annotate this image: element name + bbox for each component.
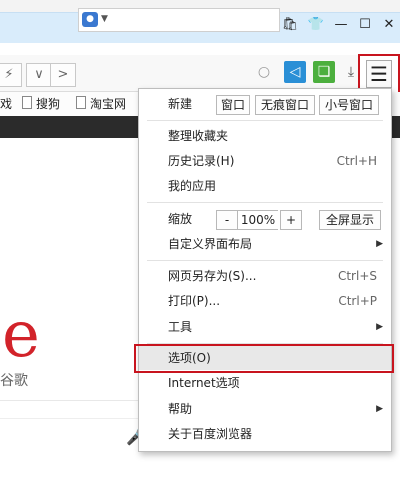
- shortcut-label: Ctrl+H: [336, 154, 377, 168]
- menu-item-internet-options[interactable]: Internet选项: [139, 371, 391, 395]
- address-bar[interactable]: [78, 8, 280, 32]
- bookmark-taobao[interactable]: 淘宝网: [76, 94, 126, 114]
- bookmark-partial[interactable]: 戏: [0, 94, 12, 114]
- menu-item-label: 打印(P)...: [168, 294, 221, 308]
- bookmark-sogou[interactable]: 搜狗: [22, 94, 60, 114]
- menu-item-label: 关于百度浏览器: [168, 427, 253, 441]
- submenu-arrow-icon: ▶: [376, 322, 383, 332]
- new-incognito-button[interactable]: 无痕窗口: [255, 95, 315, 115]
- lightning-icon[interactable]: ⚡: [0, 63, 22, 87]
- menu-separator: [147, 120, 383, 121]
- bookmark-label: 搜狗: [36, 97, 61, 111]
- forward-button[interactable]: >: [50, 63, 76, 87]
- minimize-button[interactable]: —: [330, 16, 352, 34]
- fullscreen-button[interactable]: 全屏显示: [319, 210, 381, 230]
- share-icon[interactable]: ◁: [284, 61, 306, 83]
- menu-item-customize-layout[interactable]: 自定义界面布局 ▶: [139, 232, 391, 256]
- menu-item-tools[interactable]: 工具 ▶: [139, 315, 391, 339]
- menu-item-print[interactable]: 打印(P)... Ctrl+P: [139, 289, 391, 313]
- menu-item-organize-favorites[interactable]: 整理收藏夹: [139, 124, 391, 148]
- menu-item-label: Internet选项: [168, 376, 240, 390]
- menu-item-label: 整理收藏夹: [168, 129, 229, 143]
- divider: [0, 418, 150, 419]
- options-highlight: [134, 344, 394, 373]
- document-icon: [76, 96, 86, 109]
- new-label: 新建: [168, 97, 193, 111]
- menu-item-label: 历史记录(H): [168, 154, 235, 168]
- menu-item-label: 帮助: [168, 402, 193, 416]
- menu-item-about[interactable]: 关于百度浏览器: [139, 422, 391, 446]
- menu-separator: [147, 260, 383, 261]
- zoom-in-button[interactable]: +: [280, 210, 302, 230]
- menu-row-zoom: 缩放 - 100% + 全屏显示: [139, 207, 391, 231]
- menu-item-history[interactable]: 历史记录(H) Ctrl+H: [139, 149, 391, 173]
- dropdown-caret-icon[interactable]: ∨: [26, 63, 52, 87]
- shortcut-label: Ctrl+P: [338, 294, 377, 308]
- menu-item-label: 工具: [168, 320, 193, 334]
- bag-icon[interactable]: 🛍: [279, 16, 301, 34]
- new-window-button[interactable]: 窗口: [216, 95, 250, 115]
- search-icon[interactable]: ○: [253, 61, 275, 83]
- shirt-icon[interactable]: 👕: [305, 16, 327, 34]
- menu-item-label: 网页另存为(S)...: [168, 269, 257, 283]
- main-menu: 新建 窗口 无痕窗口 小号窗口 整理收藏夹 历史记录(H) Ctrl+H 我的应…: [138, 88, 392, 452]
- crop-icon[interactable]: ❏: [313, 61, 335, 83]
- document-icon: [22, 96, 32, 109]
- menu-item-label: 自定义界面布局: [168, 237, 253, 251]
- baidu-paw-icon[interactable]: ●: [82, 12, 98, 27]
- search-engine-caret-icon[interactable]: ▼: [101, 12, 108, 27]
- menu-item-help[interactable]: 帮助 ▶: [139, 397, 391, 421]
- menu-item-label: 我的应用: [168, 179, 217, 193]
- new-small-window-button[interactable]: 小号窗口: [319, 95, 379, 115]
- logo-letter: e: [2, 298, 40, 372]
- submenu-arrow-icon: ▶: [376, 239, 383, 249]
- submenu-arrow-icon: ▶: [376, 404, 383, 414]
- menu-item-save-as[interactable]: 网页另存为(S)... Ctrl+S: [139, 264, 391, 288]
- maximize-button[interactable]: ☐: [354, 16, 376, 34]
- zoom-level: 100%: [238, 210, 278, 230]
- menu-row-new: 新建 窗口 无痕窗口 小号窗口: [139, 92, 391, 116]
- shortcut-label: Ctrl+S: [337, 269, 377, 283]
- menu-separator: [147, 202, 383, 203]
- menu-icon[interactable]: ☰: [366, 60, 392, 88]
- menu-item-my-apps[interactable]: 我的应用: [139, 174, 391, 198]
- close-button[interactable]: ✕: [378, 16, 400, 34]
- logo-caption: 谷歌: [0, 373, 28, 389]
- zoom-out-button[interactable]: -: [216, 210, 238, 230]
- bookmark-label: 淘宝网: [90, 97, 127, 111]
- divider: [0, 400, 150, 401]
- zoom-label: 缩放: [168, 212, 193, 226]
